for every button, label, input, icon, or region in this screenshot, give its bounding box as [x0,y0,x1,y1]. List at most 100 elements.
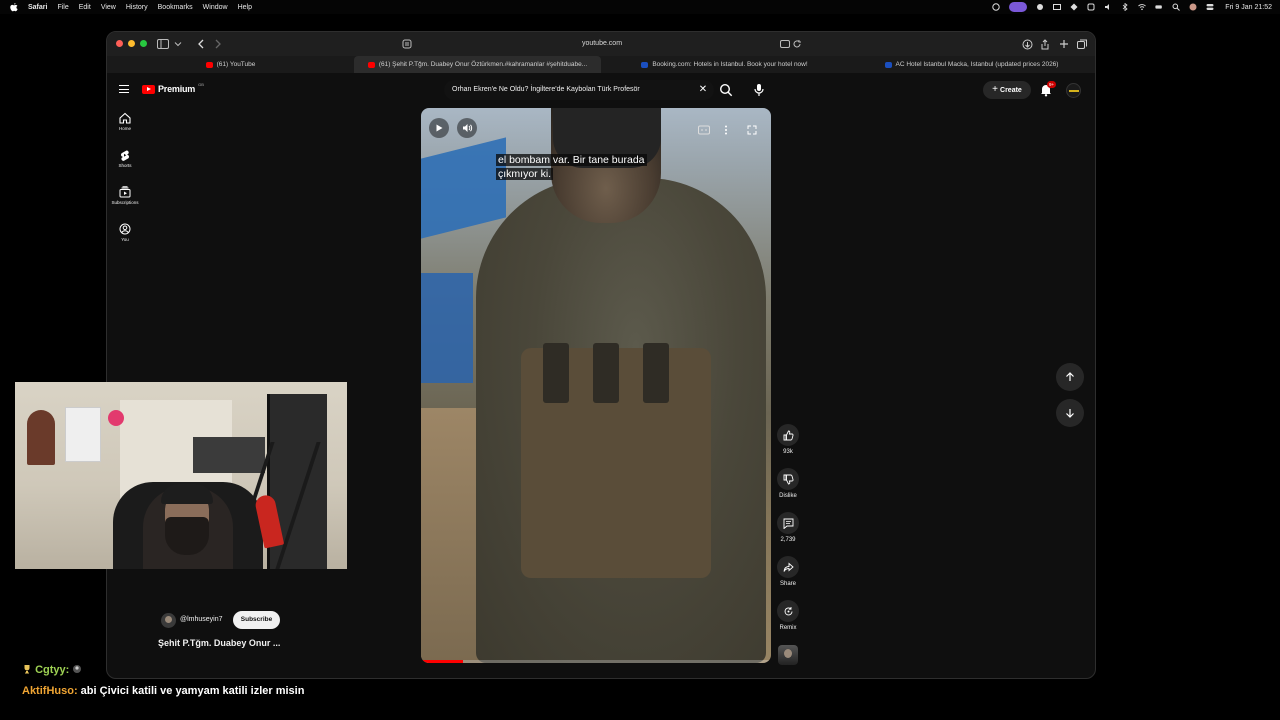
channel-thumbnail[interactable] [778,645,798,665]
clock[interactable]: Fri 9 Jan 21:52 [1225,4,1272,11]
emote-icon [73,665,82,673]
menu-app-name[interactable]: Safari [28,4,47,11]
next-short-button[interactable] [1056,399,1084,427]
comments-count: 2,739 [780,537,796,543]
zoom-window-button[interactable] [140,40,147,47]
status-bar-app-icon[interactable] [992,3,1000,11]
menu-bookmarks[interactable]: Bookmarks [158,4,193,11]
new-tab-icon[interactable] [1058,38,1070,50]
volume-button[interactable] [457,118,477,138]
downloads-icon[interactable] [1021,38,1033,50]
captions-icon[interactable] [698,122,710,135]
translate-icon[interactable] [779,38,791,50]
tab-label: Booking.com: Hotels in Istanbul. Book yo… [652,61,808,68]
forward-button[interactable] [212,38,224,50]
status-bar-screen-icon[interactable] [1053,3,1062,11]
nav-subscriptions[interactable]: Subscriptions [107,186,143,205]
address-bar[interactable]: youtube.com [397,37,807,51]
shorts-icon [120,150,130,161]
menu-help[interactable]: Help [238,4,252,11]
safari-toolbar: youtube.com [107,32,1095,56]
video-frame-magazine-pouch [593,343,619,403]
shorts-video-player[interactable]: el bombam var. Bir tane burada çıkmıyor … [421,108,771,663]
play-button[interactable] [429,118,449,138]
share-button[interactable]: Share [771,556,805,587]
menu-icon[interactable] [119,85,129,93]
chat-message: Cgtyy: [22,664,82,676]
voice-search-icon[interactable] [753,83,767,99]
youtube-logo[interactable]: Premium GB [142,81,204,94]
comment-icon [783,518,793,529]
status-bar-active-app-icon[interactable] [1009,2,1028,12]
control-center-icon[interactable] [1206,3,1214,11]
tab-overview-icon[interactable] [1076,38,1088,50]
tab-youtube-short[interactable]: (61) Şehit P.Tğm. Duabey Onur Öztürkmen.… [354,56,601,73]
comments-button[interactable]: 2,739 [771,512,805,543]
channel-avatar[interactable] [161,613,176,628]
search-input[interactable]: Orhan Ekren'e Ne Oldu? İngiltere'de Kayb… [444,80,714,100]
wifi-icon[interactable] [1138,3,1147,11]
logo-country-code: GB [198,81,204,87]
notification-badge: 9+ [1047,81,1057,88]
like-button[interactable]: 93k [771,424,805,455]
streamer-webcam-overlay [15,382,347,569]
subscribe-button[interactable]: Subscribe [233,611,280,629]
nav-shorts[interactable]: Shorts [107,149,143,168]
dislike-button[interactable]: Dislike [771,468,805,499]
user-icon[interactable] [1189,3,1197,11]
tab-booking-ac-hotel[interactable]: AC Hotel Istanbul Macka, Istanbul (updat… [848,56,1095,73]
webcam-wall-cabinet [27,410,55,465]
menu-file[interactable]: File [57,4,68,11]
battery-icon[interactable] [1155,3,1163,11]
tab-bar: (61) YouTube (61) Şehit P.Tğm. Duabey On… [107,56,1095,73]
nav-home[interactable]: Home [107,112,143,131]
webcam-pink-light [108,410,124,426]
video-frame-tarp [421,273,473,383]
tab-label: AC Hotel Istanbul Macka, Istanbul (updat… [895,61,1059,68]
previous-short-button[interactable] [1056,363,1084,391]
more-options-icon[interactable] [724,122,736,135]
minimize-window-button[interactable] [128,40,135,47]
bluetooth-icon[interactable] [1121,3,1129,11]
subtitle-line-2: çıkmıyor ki. [496,168,554,180]
search-button[interactable] [719,83,735,99]
nav-you[interactable]: You [107,223,143,242]
menu-edit[interactable]: Edit [79,4,91,11]
video-frame-magazine-pouch [643,343,669,403]
youtube-header: Premium GB Orhan Ekren'e Ne Oldu? İngilt… [107,73,1095,107]
clear-search-icon[interactable]: ✕ [697,83,709,97]
remix-icon [784,606,792,615]
create-button[interactable]: + Create [983,81,1031,99]
fullscreen-icon[interactable] [747,122,759,135]
remix-button[interactable]: Remix [771,600,805,631]
back-button[interactable] [195,38,207,50]
remix-label: Remix [779,625,797,631]
youtube-favicon-icon [367,61,375,68]
sidebar-toggle-icon[interactable] [157,38,169,50]
share-label: Share [779,581,796,587]
status-bar-focus-icon[interactable] [1087,3,1095,11]
safari-window: youtube.com (61) YouTube (61) Şehit P.Tğ… [106,31,1096,679]
menu-view[interactable]: View [101,4,116,11]
search-icon[interactable] [1172,3,1181,11]
apple-icon[interactable] [10,2,18,12]
close-window-button[interactable] [116,40,123,47]
reload-icon[interactable] [791,38,803,50]
menu-history[interactable]: History [126,4,148,11]
account-avatar[interactable] [1066,83,1081,98]
menu-window[interactable]: Window [203,4,228,11]
short-title[interactable]: Şehit P.Tğm. Duabey Onur ... [158,638,280,648]
video-progress-bar[interactable] [421,660,771,663]
video-frame-tarp [421,137,506,239]
youtube-favicon-icon [205,61,213,68]
you-icon [119,223,131,235]
status-bar-diamond-icon[interactable] [1070,3,1078,11]
tab-booking-hotels[interactable]: Booking.com: Hotels in Istanbul. Book yo… [601,56,848,73]
chevron-down-icon[interactable] [172,38,184,50]
channel-handle[interactable]: @lmhuseyin7 [180,616,223,623]
share-icon[interactable] [1039,38,1051,50]
status-bar-extension-icon[interactable] [1036,3,1044,11]
tab-youtube-home[interactable]: (61) YouTube [107,56,354,73]
volume-icon[interactable] [1104,3,1112,11]
chat-message: AktifHuso: abi Çivici katili ve yamyam k… [22,685,304,697]
